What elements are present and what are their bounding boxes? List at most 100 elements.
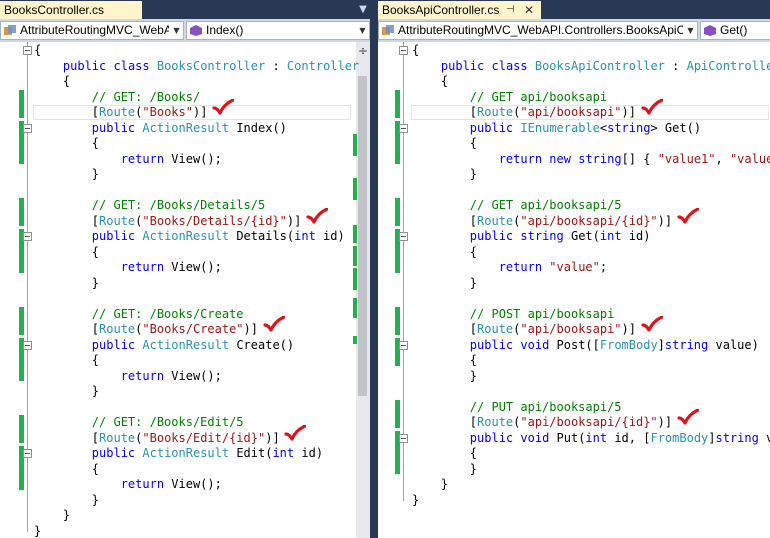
code-editor[interactable]: { public class BooksApiController : ApiC… bbox=[378, 42, 770, 538]
code-token: )] bbox=[243, 322, 258, 336]
code-token: value) bbox=[766, 430, 770, 445]
member-combo[interactable]: Index() ▼ bbox=[186, 21, 370, 40]
chevron-down-icon[interactable]: ▼ bbox=[356, 22, 369, 39]
code-line: { bbox=[34, 136, 99, 151]
scrollbar-change-marker bbox=[353, 225, 357, 243]
collapse-region-icon[interactable] bbox=[399, 232, 408, 241]
chevron-down-icon[interactable]: ▼ bbox=[170, 22, 183, 39]
method-icon bbox=[704, 25, 716, 36]
code-token: return bbox=[120, 368, 165, 383]
editor-group-splitter[interactable] bbox=[370, 0, 378, 538]
code-line: [Route("Books/Details/{id}")] bbox=[34, 213, 302, 229]
scrollbar-thumb[interactable] bbox=[358, 76, 367, 396]
code-token: "api/booksapi/{id}" bbox=[520, 415, 658, 429]
code-token: void bbox=[520, 430, 550, 445]
code-line: } bbox=[34, 524, 41, 538]
collapse-region-icon[interactable] bbox=[399, 433, 408, 443]
red-checkmark-icon bbox=[284, 424, 307, 441]
collapse-region-icon[interactable] bbox=[23, 340, 32, 350]
code-token: : bbox=[664, 58, 687, 73]
code-token: "Books/Details/{id}" bbox=[142, 213, 287, 228]
code-token: View(); bbox=[164, 151, 222, 166]
code-token: // GET api/booksapi bbox=[469, 89, 608, 104]
code-token: [ bbox=[34, 322, 100, 336]
code-token: { bbox=[412, 74, 449, 88]
code-token: [ bbox=[412, 213, 478, 228]
vertical-scrollbar[interactable]: ÷ bbox=[356, 42, 370, 538]
collapse-region-icon[interactable] bbox=[399, 123, 408, 133]
code-line: return View(); bbox=[34, 152, 222, 167]
code-token: Details( bbox=[229, 229, 295, 243]
code-token: } bbox=[412, 167, 478, 181]
code-token: BooksController bbox=[156, 58, 266, 73]
close-icon[interactable]: ✕ bbox=[524, 1, 534, 19]
code-token: { bbox=[412, 446, 478, 460]
code-token: int bbox=[272, 446, 295, 460]
code-token: Route bbox=[477, 415, 514, 429]
code-line: { bbox=[412, 136, 477, 151]
code-token: ActionResult bbox=[142, 446, 230, 460]
red-checkmark-icon bbox=[212, 99, 235, 115]
collapse-region-icon[interactable] bbox=[23, 232, 32, 241]
code-token: int bbox=[294, 229, 316, 243]
tab-booksapi-controller[interactable]: BooksApiController.cs ⊣ ✕ bbox=[378, 1, 541, 19]
code-line: return View(); bbox=[34, 369, 222, 384]
csharp-project-icon bbox=[382, 25, 394, 35]
document-tab-strip: BooksController.cs ▼ bbox=[0, 0, 370, 19]
chevron-down-icon[interactable]: ▼ bbox=[684, 22, 697, 39]
code-line: { bbox=[412, 43, 419, 58]
code-token: string bbox=[578, 151, 622, 166]
member-combo-text: Get() bbox=[720, 23, 748, 37]
change-tracking-bar bbox=[395, 306, 400, 335]
code-editor[interactable]: ÷ { public class BooksController : Contr… bbox=[0, 42, 370, 538]
code-token: View(); bbox=[164, 477, 222, 491]
code-token: public bbox=[91, 229, 136, 243]
collapse-region-icon[interactable] bbox=[23, 123, 32, 133]
split-window-icon[interactable]: ÷ bbox=[356, 44, 370, 58]
tab-books-controller[interactable]: BooksController.cs bbox=[0, 1, 142, 19]
code-token: Index() bbox=[229, 120, 287, 135]
code-token: [ bbox=[412, 322, 478, 336]
code-line: { bbox=[412, 74, 448, 89]
code-token: { bbox=[412, 353, 478, 367]
code-token: return bbox=[120, 151, 165, 166]
code-line: { bbox=[34, 74, 70, 89]
code-token: public bbox=[91, 446, 136, 460]
code-token: FromBody bbox=[650, 430, 709, 445]
collapse-region-icon[interactable] bbox=[23, 449, 32, 458]
code-token: return bbox=[498, 151, 543, 166]
code-token: { bbox=[34, 136, 100, 150]
code-token: [ bbox=[412, 415, 478, 429]
collapse-region-icon[interactable] bbox=[399, 46, 408, 55]
collapse-region-icon[interactable] bbox=[23, 46, 32, 55]
collapse-region-icon[interactable] bbox=[399, 340, 408, 350]
code-token: FromBody bbox=[599, 337, 658, 352]
code-token: { bbox=[412, 136, 478, 150]
code-token: "value1" bbox=[657, 151, 716, 166]
code-token: ] bbox=[657, 337, 665, 352]
code-token: } bbox=[412, 477, 449, 491]
code-line: } bbox=[34, 276, 99, 291]
pin-icon[interactable]: ⊣ bbox=[506, 1, 515, 19]
code-line: } bbox=[412, 477, 448, 492]
code-token: } bbox=[34, 492, 100, 507]
current-line-highlight bbox=[33, 105, 351, 120]
code-token: { bbox=[34, 74, 71, 88]
project-combo[interactable]: AttributeRoutingMVC_WebAPI.Controllers.B… bbox=[378, 21, 698, 40]
tab-list-dropdown-icon[interactable]: ▼ bbox=[356, 1, 370, 19]
code-token: Route bbox=[477, 213, 514, 228]
code-token: } bbox=[34, 167, 100, 181]
code-token: return bbox=[120, 260, 165, 274]
member-combo[interactable]: Get() bbox=[700, 21, 770, 40]
scrollbar-change-marker bbox=[353, 178, 357, 200]
code-token: )] bbox=[286, 213, 302, 228]
project-combo[interactable]: AttributeRoutingMVC_WebA ▼ bbox=[0, 21, 184, 40]
code-token: // GET api/booksapi/5 bbox=[469, 198, 622, 212]
code-token: )] bbox=[621, 322, 636, 336]
code-line: } bbox=[412, 369, 477, 384]
